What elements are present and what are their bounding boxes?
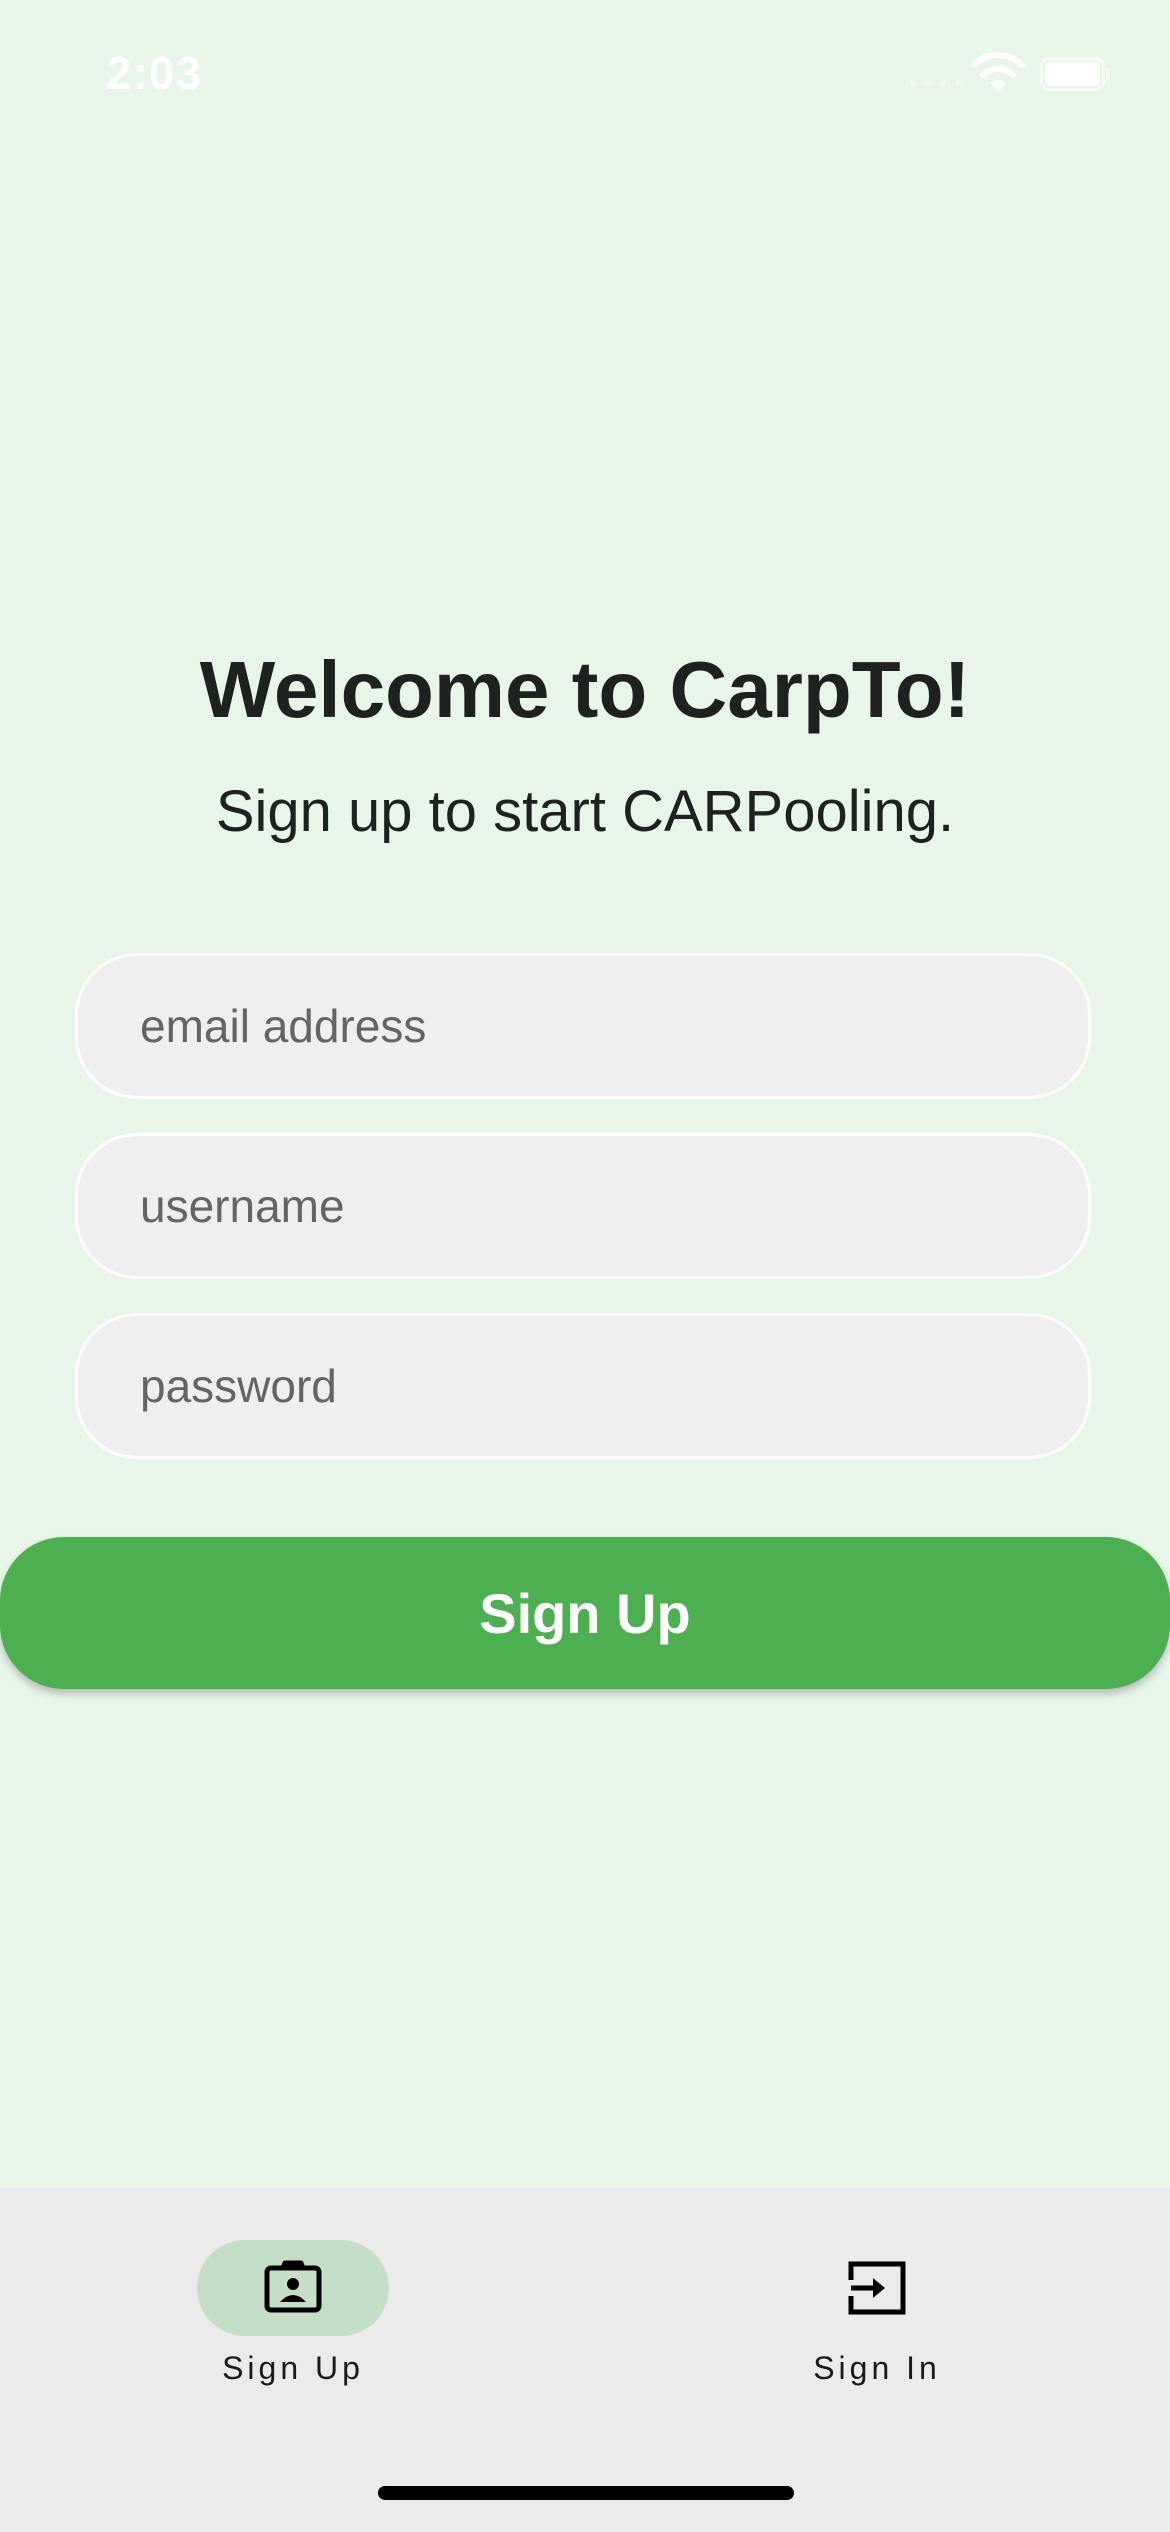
sign-up-button[interactable]: Sign Up: [0, 1537, 1170, 1689]
password-field-container: [75, 1313, 1091, 1459]
contact-badge-icon: [264, 2260, 322, 2313]
cellular-signal-icon: [910, 80, 961, 86]
username-field[interactable]: [78, 1136, 1088, 1276]
battery-icon: [1040, 57, 1110, 91]
page-subtitle: Sign up to start CARPooling.: [215, 779, 955, 844]
nav-label-sign-in: Sign In: [813, 2350, 941, 2386]
email-field[interactable]: [78, 956, 1088, 1096]
wifi-icon: [971, 52, 1025, 92]
username-field-container: [75, 1133, 1091, 1279]
nav-item-sign-up[interactable]: Sign Up: [143, 2240, 443, 2400]
email-field-container: [75, 953, 1091, 1099]
password-field[interactable]: [78, 1316, 1088, 1456]
home-indicator: [378, 2486, 794, 2500]
status-bar: 2:03: [0, 0, 1170, 150]
nav-label-sign-up: Sign Up: [222, 2350, 364, 2386]
status-time: 2:03: [106, 47, 203, 99]
login-icon: [848, 2261, 906, 2315]
page-title: Welcome to CarpTo!: [199, 645, 971, 734]
bottom-navigation-bar: Sign Up Sign In: [0, 2188, 1170, 2532]
nav-item-sign-in[interactable]: Sign In: [727, 2240, 1027, 2400]
